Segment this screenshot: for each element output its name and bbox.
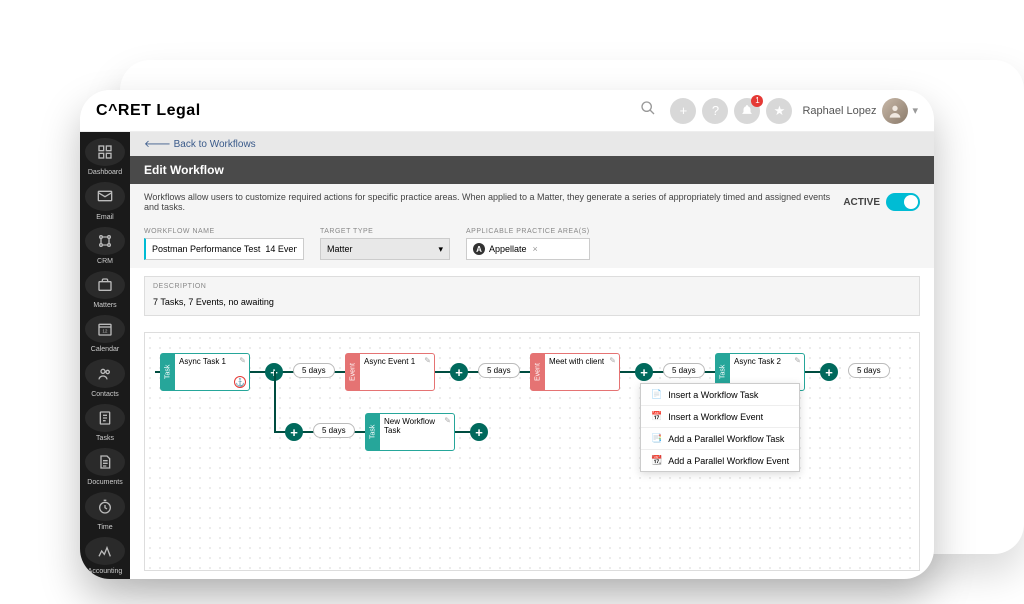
edit-icon[interactable]: ✎ — [239, 356, 246, 365]
chip-remove-icon[interactable]: × — [533, 244, 538, 254]
search-icon[interactable] — [640, 100, 656, 121]
anchor-icon: ⚓ — [234, 376, 246, 388]
notifications-button[interactable]: 1 — [734, 98, 760, 124]
workflow-node-task[interactable]: Task Async Task 1✎⚓ — [160, 353, 250, 391]
sidebar-item-email[interactable] — [85, 182, 125, 210]
notif-badge: 1 — [751, 95, 763, 107]
menu-parallel-event[interactable]: 📆Add a Parallel Workflow Event — [641, 450, 799, 471]
menu-insert-task[interactable]: 📄Insert a Workflow Task — [641, 384, 799, 406]
avatar — [882, 98, 908, 124]
sidebar-item-documents[interactable] — [85, 448, 125, 476]
add-node-button[interactable]: + — [820, 363, 838, 381]
sidebar-item-matters[interactable] — [85, 271, 125, 299]
menu-insert-event[interactable]: 📅Insert a Workflow Event — [641, 406, 799, 428]
duration-pill[interactable]: 5 days — [293, 363, 335, 378]
app-window: C^RET Legal + ? 1 ★ Raphael Lopez ▾ Dash… — [80, 90, 934, 579]
duration-pill[interactable]: 5 days — [478, 363, 520, 378]
sidebar-item-accounting[interactable] — [85, 537, 125, 565]
duration-pill[interactable]: 5 days — [313, 423, 355, 438]
sidebar-item-crm[interactable] — [85, 227, 125, 255]
add-node-button[interactable]: + — [450, 363, 468, 381]
task-icon: 📄 — [651, 389, 662, 400]
edit-icon[interactable]: ✎ — [609, 356, 616, 365]
active-label: ACTIVE — [843, 197, 880, 208]
duration-pill[interactable]: 5 days — [848, 363, 890, 378]
sidebar: Dashboard Email CRM Matters 12 Calendar … — [80, 132, 130, 579]
user-name: Raphael Lopez — [802, 105, 876, 117]
workflow-node-event[interactable]: Event Async Event 1✎ — [345, 353, 435, 391]
back-link[interactable]: 🡐 Back to Workflows — [130, 132, 934, 156]
workflow-description: Workflows allow users to customize requi… — [144, 192, 843, 212]
page-title: Edit Workflow — [130, 156, 934, 184]
sidebar-item-calendar[interactable]: 12 — [85, 315, 125, 343]
workflow-node-task[interactable]: Task New Workflow Task✎ — [365, 413, 455, 451]
context-menu: 📄Insert a Workflow Task 📅Insert a Workfl… — [640, 383, 800, 472]
description-value: 7 Tasks, 7 Events, no awaiting — [145, 293, 919, 315]
event-icon: 📅 — [651, 411, 662, 422]
sidebar-item-time[interactable] — [85, 492, 125, 520]
brand-logo: C^RET Legal — [96, 102, 201, 120]
workflow-node-event[interactable]: Event Meet with client✎ — [530, 353, 620, 391]
add-node-button[interactable]: + — [635, 363, 653, 381]
target-type-select[interactable]: Matter▾ — [320, 238, 450, 260]
add-node-button[interactable]: + — [470, 423, 488, 441]
menu-parallel-task[interactable]: 📑Add a Parallel Workflow Task — [641, 428, 799, 450]
topbar: C^RET Legal + ? 1 ★ Raphael Lopez ▾ — [80, 90, 934, 132]
edit-icon[interactable]: ✎ — [794, 356, 801, 365]
sidebar-item-tasks[interactable] — [85, 404, 125, 432]
sidebar-item-dashboard[interactable] — [85, 138, 125, 166]
svg-text:12: 12 — [102, 329, 108, 334]
favorites-button[interactable]: ★ — [766, 98, 792, 124]
user-menu[interactable]: Raphael Lopez ▾ — [802, 98, 918, 124]
active-toggle[interactable] — [886, 193, 920, 211]
practice-area-chip[interactable]: A Appellate × — [466, 238, 590, 260]
workflow-canvas[interactable]: Task Async Task 1✎⚓ + 5 days Event Async… — [144, 332, 920, 571]
sidebar-item-contacts[interactable] — [85, 359, 125, 387]
edit-icon[interactable]: ✎ — [424, 356, 431, 365]
workflow-name-input[interactable] — [144, 238, 304, 260]
add-node-button[interactable]: + — [285, 423, 303, 441]
duration-pill[interactable]: 5 days — [663, 363, 705, 378]
chip-letter-icon: A — [473, 243, 485, 255]
parallel-task-icon: 📑 — [651, 433, 662, 444]
parallel-event-icon: 📆 — [651, 455, 662, 466]
add-button[interactable]: + — [670, 98, 696, 124]
edit-icon[interactable]: ✎ — [444, 416, 451, 425]
help-button[interactable]: ? — [702, 98, 728, 124]
